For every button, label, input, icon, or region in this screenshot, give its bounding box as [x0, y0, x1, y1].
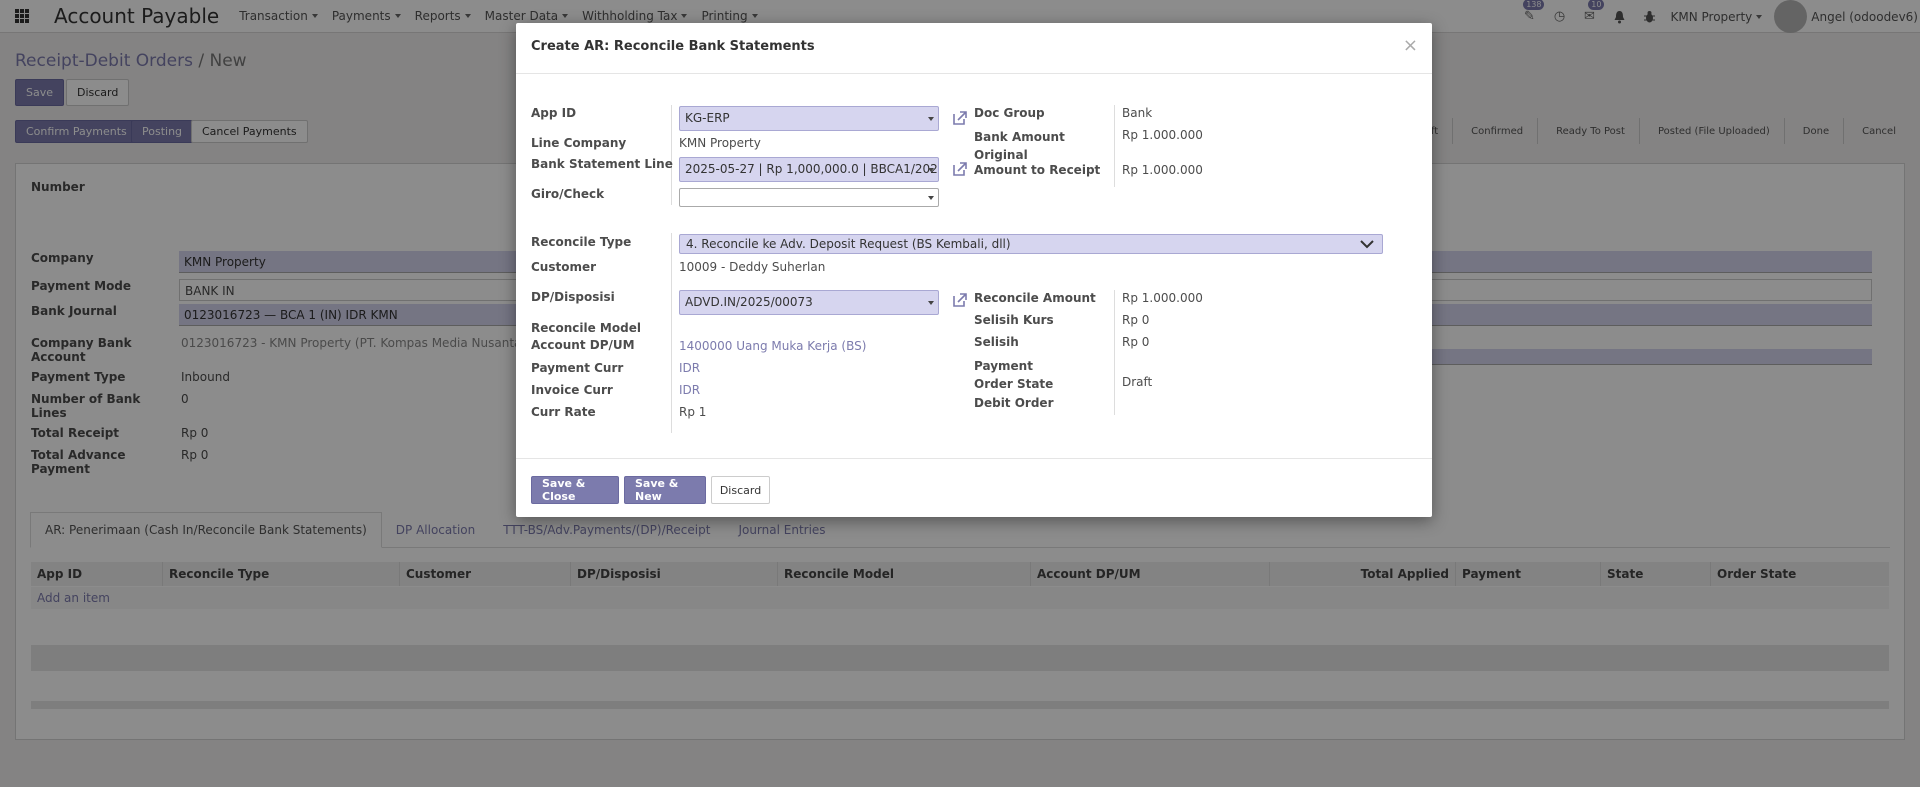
divider-left-bottom: [671, 233, 672, 433]
external-link-icon[interactable]: [951, 160, 969, 178]
selisih-label: Selisih: [974, 335, 1019, 349]
line-company-value: KMN Property: [679, 136, 761, 150]
reconcile-amount-label: Reconcile Amount: [974, 291, 1096, 305]
dp-disposisi-input[interactable]: ADVD.IN/2025/00073: [679, 290, 939, 315]
payment-order-state-value: Draft: [1122, 375, 1153, 389]
divider-right-bottom: [1114, 290, 1115, 415]
reconcile-type-label: Reconcile Type: [531, 235, 632, 249]
doc-group-label: Doc Group: [974, 106, 1045, 120]
payment-order-state-label: Payment Order State: [974, 359, 1054, 391]
invoice-curr-link[interactable]: IDR: [679, 383, 700, 397]
debit-order-label: Debit Order: [974, 396, 1054, 410]
payment-curr-label: Payment Curr: [531, 361, 624, 375]
customer-value: 10009 - Deddy Suherlan: [679, 260, 826, 274]
curr-rate-value: Rp 1: [679, 405, 707, 419]
dp-disposisi-label: DP/Disposisi: [531, 290, 615, 304]
dialog-header: Create AR: Reconcile Bank Statements ×: [516, 23, 1432, 74]
chevron-down-icon: [928, 168, 934, 172]
chevron-down-icon: [928, 301, 934, 305]
reconcile-amount-value: Rp 1.000.000: [1122, 291, 1203, 305]
chevron-down-icon: [1360, 240, 1374, 249]
chevron-down-icon: [928, 196, 934, 200]
bank-statement-line-label: Bank Statement Line: [531, 157, 673, 171]
reconcile-model-label: Reconcile Model: [531, 321, 641, 335]
bank-statement-line-select[interactable]: 2025-05-27 | Rp 1,000,000.0 | BBCA1/2025…: [679, 157, 939, 182]
customer-label: Customer: [531, 260, 597, 274]
dialog-discard-button[interactable]: Discard: [711, 476, 770, 504]
selisih-kurs-value: Rp 0: [1122, 313, 1150, 327]
selisih-kurs-label: Selisih Kurs: [974, 313, 1054, 327]
dialog-footer: Save & Close Save & New Discard: [516, 458, 1432, 517]
save-new-button[interactable]: Save & New: [624, 476, 706, 504]
save-close-button[interactable]: Save & Close: [531, 476, 619, 504]
dialog-title: Create AR: Reconcile Bank Statements: [531, 39, 815, 54]
bank-amount-original-value: Rp 1.000.000: [1122, 128, 1203, 142]
amount-to-receipt-label: Amount to Receipt: [974, 163, 1101, 177]
app-id-select[interactable]: KG-ERP: [679, 106, 939, 131]
close-icon[interactable]: ×: [1403, 35, 1418, 56]
curr-rate-label: Curr Rate: [531, 405, 596, 419]
divider-right-top: [1114, 105, 1115, 187]
doc-group-value: Bank: [1122, 106, 1153, 120]
account-dp-um-label: Account DP/UM: [531, 338, 635, 352]
reconcile-dialog: Create AR: Reconcile Bank Statements × A…: [516, 23, 1432, 517]
app-id-label: App ID: [531, 106, 577, 120]
bank-amount-original-label: Bank Amount Original: [974, 130, 1065, 162]
payment-curr-link[interactable]: IDR: [679, 361, 700, 375]
amount-to-receipt-value: Rp 1.000.000: [1122, 163, 1203, 177]
divider-left-top: [671, 105, 672, 205]
giro-check-select[interactable]: [679, 188, 939, 207]
line-company-label: Line Company: [531, 136, 627, 150]
external-link-icon[interactable]: [951, 109, 969, 127]
reconcile-type-select[interactable]: 4. Reconcile ke Adv. Deposit Request (BS…: [679, 234, 1383, 254]
giro-check-label: Giro/Check: [531, 187, 605, 201]
invoice-curr-label: Invoice Curr: [531, 383, 613, 397]
external-link-icon[interactable]: [951, 291, 969, 309]
account-dp-um-link[interactable]: 1400000 Uang Muka Kerja (BS): [679, 339, 866, 353]
chevron-down-icon: [928, 117, 934, 121]
selisih-value: Rp 0: [1122, 335, 1150, 349]
